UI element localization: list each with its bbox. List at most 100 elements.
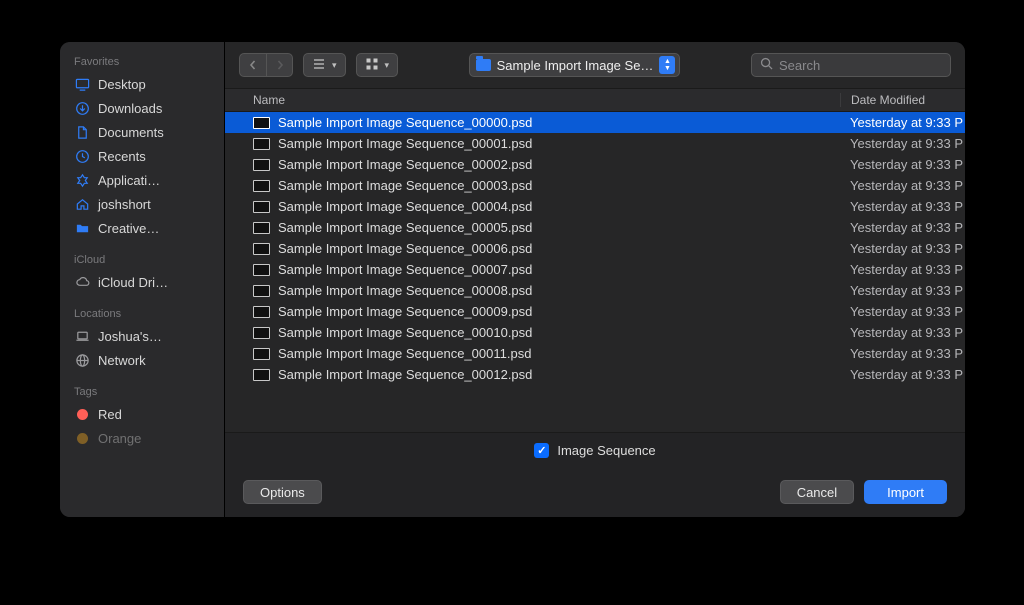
file-date: Yesterday at 9:33 P [840, 283, 965, 298]
back-button[interactable] [240, 54, 266, 76]
file-name: Sample Import Image Sequence_00001.psd [278, 136, 840, 151]
sidebar-item-applications[interactable]: Applicati… [60, 168, 224, 192]
sidebar-item-creative[interactable]: Creative… [60, 216, 224, 240]
file-icon [253, 138, 270, 150]
options-bar: ✓ Image Sequence [225, 432, 965, 467]
applications-icon [74, 172, 90, 188]
sidebar-item-home[interactable]: joshshort [60, 192, 224, 216]
file-name: Sample Import Image Sequence_00009.psd [278, 304, 840, 319]
file-icon [253, 243, 270, 255]
sidebar-item-label: Downloads [98, 101, 162, 116]
sidebar-item-label: Red [98, 407, 122, 422]
sidebar-item-label: joshshort [98, 197, 151, 212]
file-row[interactable]: Sample Import Image Sequence_00005.psdYe… [225, 217, 965, 238]
sidebar-item-label: Joshua's… [98, 329, 162, 344]
folder-icon [74, 220, 90, 236]
search-field[interactable] [751, 53, 951, 77]
file-name: Sample Import Image Sequence_00012.psd [278, 367, 840, 382]
sidebar-item-label: Network [98, 353, 146, 368]
file-name: Sample Import Image Sequence_00005.psd [278, 220, 840, 235]
file-name: Sample Import Image Sequence_00004.psd [278, 199, 840, 214]
sidebar-item-label: Orange [98, 431, 141, 446]
sidebar-tag-orange[interactable]: Orange [60, 426, 224, 450]
column-header-name[interactable]: Name [225, 93, 840, 107]
file-date: Yesterday at 9:33 P [840, 136, 965, 151]
file-name: Sample Import Image Sequence_00000.psd [278, 115, 840, 130]
search-input[interactable] [779, 58, 955, 73]
file-row[interactable]: Sample Import Image Sequence_00006.psdYe… [225, 238, 965, 259]
file-row[interactable]: Sample Import Image Sequence_00003.psdYe… [225, 175, 965, 196]
sidebar-item-icloud[interactable]: iCloud Dri… [60, 270, 224, 294]
list-header: Name Date Modified [225, 88, 965, 112]
file-row[interactable]: Sample Import Image Sequence_00010.psdYe… [225, 322, 965, 343]
tag-dot-icon [74, 406, 90, 422]
sidebar-item-network[interactable]: Network [60, 348, 224, 372]
chevron-down-icon: ▾ [385, 60, 390, 71]
section-title-locations: Locations [60, 302, 224, 324]
list-icon [312, 57, 326, 74]
file-list[interactable]: Sample Import Image Sequence_00000.psdYe… [225, 112, 965, 432]
file-icon [253, 264, 270, 276]
toolbar: ▾ ▾ Sample Import Image Se… ▲▼ [225, 42, 965, 88]
cancel-button[interactable]: Cancel [780, 480, 854, 504]
file-icon [253, 201, 270, 213]
file-icon [253, 306, 270, 318]
sidebar-item-recents[interactable]: Recents [60, 144, 224, 168]
file-row[interactable]: Sample Import Image Sequence_00000.psdYe… [225, 112, 965, 133]
forward-button[interactable] [266, 54, 292, 76]
nav-segment [239, 53, 293, 77]
file-row[interactable]: Sample Import Image Sequence_00012.psdYe… [225, 364, 965, 385]
grid-view-menu[interactable]: ▾ [356, 53, 399, 77]
grid-icon [365, 57, 379, 74]
file-row[interactable]: Sample Import Image Sequence_00008.psdYe… [225, 280, 965, 301]
file-date: Yesterday at 9:33 P [840, 241, 965, 256]
sidebar-item-label: Recents [98, 149, 146, 164]
sidebar-item-downloads[interactable]: Downloads [60, 96, 224, 120]
file-date: Yesterday at 9:33 P [840, 157, 965, 172]
file-date: Yesterday at 9:33 P [840, 325, 965, 340]
sidebar-item-label: Creative… [98, 221, 159, 236]
sidebar-item-label: Documents [98, 125, 164, 140]
sidebar-item-computer[interactable]: Joshua's… [60, 324, 224, 348]
file-icon [253, 222, 270, 234]
sidebar-item-label: Applicati… [98, 173, 160, 188]
image-sequence-label: Image Sequence [557, 443, 655, 458]
file-row[interactable]: Sample Import Image Sequence_00002.psdYe… [225, 154, 965, 175]
file-date: Yesterday at 9:33 P [840, 262, 965, 277]
options-button[interactable]: Options [243, 480, 322, 504]
path-popup[interactable]: Sample Import Image Se… ▲▼ [469, 53, 681, 77]
documents-icon [74, 124, 90, 140]
desktop-icon [74, 76, 90, 92]
file-date: Yesterday at 9:33 P [840, 367, 965, 382]
import-button[interactable]: Import [864, 480, 947, 504]
sidebar-tag-red[interactable]: Red [60, 402, 224, 426]
file-name: Sample Import Image Sequence_00007.psd [278, 262, 840, 277]
list-view-menu[interactable]: ▾ [303, 53, 346, 77]
stepper-arrows-icon: ▲▼ [659, 56, 675, 74]
file-icon [253, 327, 270, 339]
file-date: Yesterday at 9:33 P [840, 220, 965, 235]
column-header-date[interactable]: Date Modified [840, 93, 965, 107]
image-sequence-checkbox[interactable]: ✓ [534, 443, 549, 458]
file-date: Yesterday at 9:33 P [840, 304, 965, 319]
path-label: Sample Import Image Se… [497, 58, 654, 73]
sidebar-item-documents[interactable]: Documents [60, 120, 224, 144]
file-name: Sample Import Image Sequence_00011.psd [278, 346, 840, 361]
file-name: Sample Import Image Sequence_00003.psd [278, 178, 840, 193]
tag-dot-icon [74, 430, 90, 446]
section-title-tags: Tags [60, 380, 224, 402]
file-icon [253, 369, 270, 381]
sidebar: Favorites Desktop Downloads Documents Re… [60, 42, 225, 517]
file-row[interactable]: Sample Import Image Sequence_00004.psdYe… [225, 196, 965, 217]
file-date: Yesterday at 9:33 P [840, 115, 965, 130]
main-panel: ▾ ▾ Sample Import Image Se… ▲▼ [225, 42, 965, 517]
sidebar-item-label: Desktop [98, 77, 146, 92]
file-row[interactable]: Sample Import Image Sequence_00011.psdYe… [225, 343, 965, 364]
file-row[interactable]: Sample Import Image Sequence_00001.psdYe… [225, 133, 965, 154]
cloud-icon [74, 274, 90, 290]
laptop-icon [74, 328, 90, 344]
file-row[interactable]: Sample Import Image Sequence_00007.psdYe… [225, 259, 965, 280]
file-name: Sample Import Image Sequence_00006.psd [278, 241, 840, 256]
sidebar-item-desktop[interactable]: Desktop [60, 72, 224, 96]
file-row[interactable]: Sample Import Image Sequence_00009.psdYe… [225, 301, 965, 322]
